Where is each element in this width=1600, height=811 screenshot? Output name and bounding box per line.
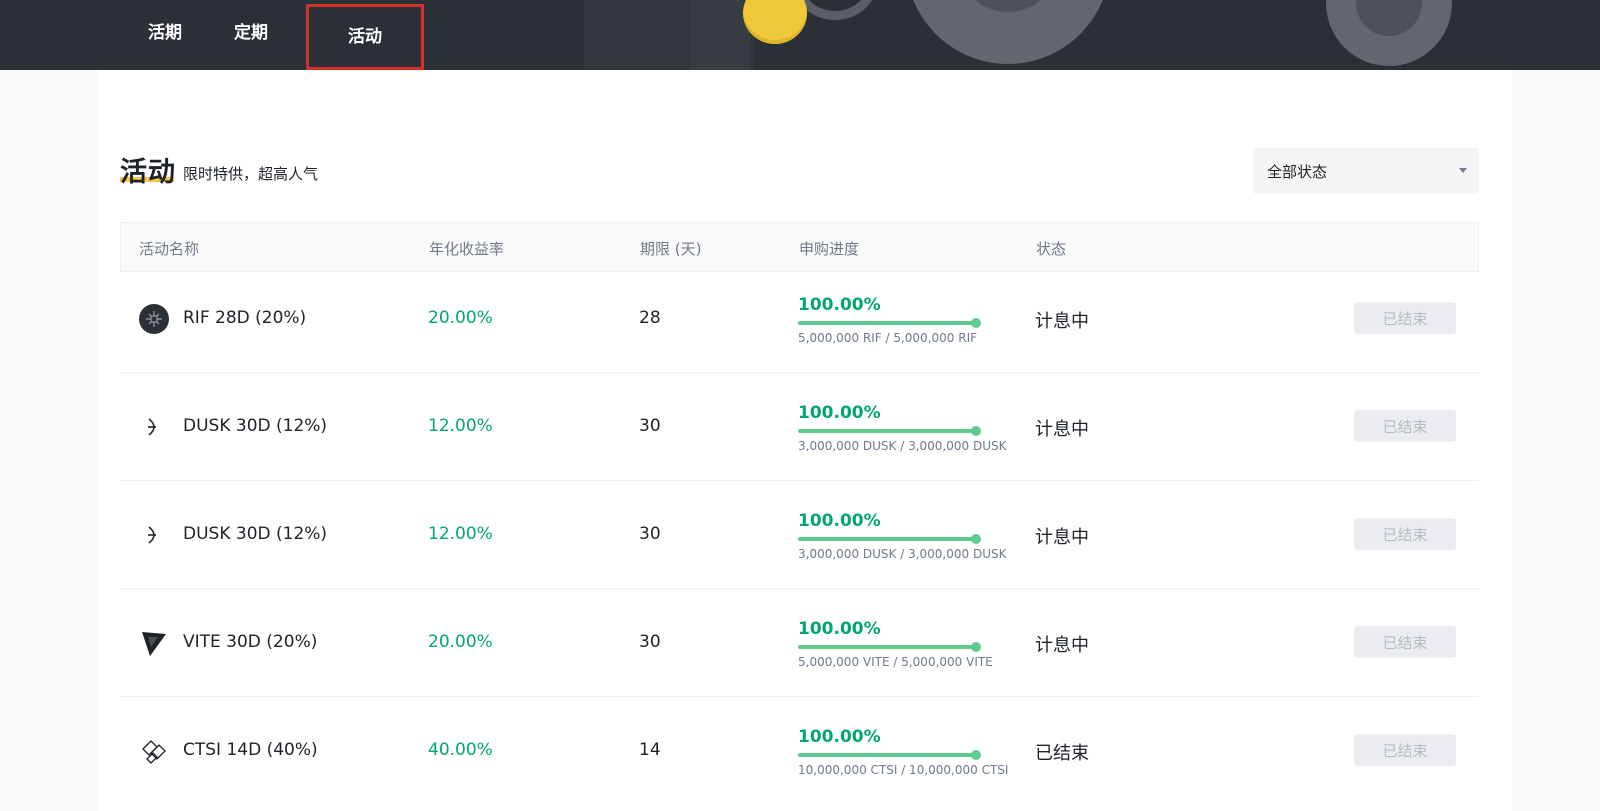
progress-bar-fill	[798, 645, 976, 649]
activity-name: DUSK 30D (12%)	[183, 524, 328, 544]
tab-flexible[interactable]: 活期	[128, 0, 202, 70]
status-filter-value: 全部状态	[1267, 163, 1328, 181]
activity-status: 计息中	[1035, 635, 1089, 656]
dusk-icon	[138, 519, 170, 551]
activity-status: 计息中	[1035, 311, 1089, 332]
ended-button[interactable]: 已结束	[1354, 302, 1456, 334]
progress-amount: 10,000,000 CTSI / 10,000,000 CTSI	[798, 763, 1009, 777]
progress-bar-dot	[971, 750, 981, 760]
activity-status: 已结束	[1035, 743, 1089, 764]
progress-percent: 100.00%	[798, 511, 881, 531]
progress-amount: 3,000,000 DUSK / 3,000,000 DUSK	[798, 547, 1007, 561]
page-subtitle: 限时特供，超高人气	[183, 165, 319, 183]
progress-bar	[798, 534, 981, 544]
progress-bar-dot	[971, 318, 981, 328]
activity-apy: 40.00%	[428, 740, 493, 760]
progress-amount: 5,000,000 VITE / 5,000,000 VITE	[798, 655, 993, 669]
banner-ring-decoration	[906, 0, 1110, 64]
progress-bar-dot	[971, 642, 981, 652]
table-row: DUSK 30D (12%) 12.00% 30 100.00% 3,000,0…	[120, 481, 1479, 589]
top-banner: 活期 定期 活动	[0, 0, 1600, 70]
progress-bar-fill	[798, 537, 976, 541]
activity-status: 计息中	[1035, 527, 1089, 548]
table-row: RIF 28D (20%) 20.00% 28 100.00% 5,000,00…	[120, 265, 1479, 373]
progress-percent: 100.00%	[798, 727, 881, 747]
activity-apy: 20.00%	[428, 308, 493, 328]
progress-bar-dot	[971, 426, 981, 436]
table-row: VITE 30D (20%) 20.00% 30 100.00% 5,000,0…	[120, 589, 1479, 697]
activity-name: CTSI 14D (40%)	[183, 740, 318, 760]
table-row: DUSK 30D (12%) 12.00% 30 100.00% 3,000,0…	[120, 373, 1479, 481]
progress-bar	[798, 750, 981, 760]
main-content: 活动 限时特供，超高人气 全部状态 活动名称 年化收益率 期限 (天) 申购进度…	[98, 70, 1512, 811]
ctsi-icon	[138, 735, 170, 767]
progress-bar-fill	[798, 753, 976, 757]
caret-down-icon	[1459, 168, 1467, 173]
progress-amount: 3,000,000 DUSK / 3,000,000 DUSK	[798, 439, 1007, 453]
progress-bar	[798, 426, 981, 436]
activity-apy: 12.00%	[428, 524, 493, 544]
activity-term: 14	[639, 740, 661, 760]
column-header-status: 状态	[1036, 240, 1067, 258]
ended-button[interactable]: 已结束	[1354, 734, 1456, 766]
progress-percent: 100.00%	[798, 619, 881, 639]
ended-button[interactable]: 已结束	[1354, 410, 1456, 442]
column-header-name: 活动名称	[139, 240, 200, 258]
nav-tabs: 活期 定期 活动	[128, 0, 424, 70]
dusk-icon	[138, 411, 170, 443]
activity-apy: 20.00%	[428, 632, 493, 652]
activity-name: DUSK 30D (12%)	[183, 416, 328, 436]
progress-amount: 5,000,000 RIF / 5,000,000 RIF	[798, 331, 978, 345]
activity-name: VITE 30D (20%)	[183, 632, 318, 652]
activity-term: 30	[639, 632, 661, 652]
activity-term: 30	[639, 416, 661, 436]
rif-icon	[138, 303, 170, 335]
progress-bar	[798, 318, 981, 328]
ended-button[interactable]: 已结束	[1354, 518, 1456, 550]
progress-percent: 100.00%	[798, 295, 881, 315]
progress-bar	[798, 642, 981, 652]
progress-bar-fill	[798, 429, 976, 433]
vite-icon	[138, 627, 170, 659]
activity-apy: 12.00%	[428, 416, 493, 436]
page-title: 活动	[120, 157, 176, 188]
progress-bar-fill	[798, 321, 976, 325]
progress-bar-dot	[971, 534, 981, 544]
column-header-term: 期限 (天)	[640, 240, 702, 258]
table-row: CTSI 14D (40%) 40.00% 14 100.00% 10,000,…	[120, 697, 1479, 805]
tab-locked[interactable]: 定期	[214, 0, 288, 70]
activity-status: 计息中	[1035, 419, 1089, 440]
tab-activities[interactable]: 活动	[306, 4, 424, 70]
activity-term: 30	[639, 524, 661, 544]
column-header-progress: 申购进度	[799, 240, 860, 258]
activity-term: 28	[639, 308, 661, 328]
ended-button[interactable]: 已结束	[1354, 626, 1456, 658]
activity-name: RIF 28D (20%)	[183, 308, 307, 328]
banner-decoration	[690, 0, 750, 70]
progress-percent: 100.00%	[798, 403, 881, 423]
banner-ring-decoration	[1326, 0, 1452, 66]
status-filter-select[interactable]: 全部状态	[1253, 148, 1479, 194]
column-header-apy: 年化收益率	[429, 240, 505, 258]
